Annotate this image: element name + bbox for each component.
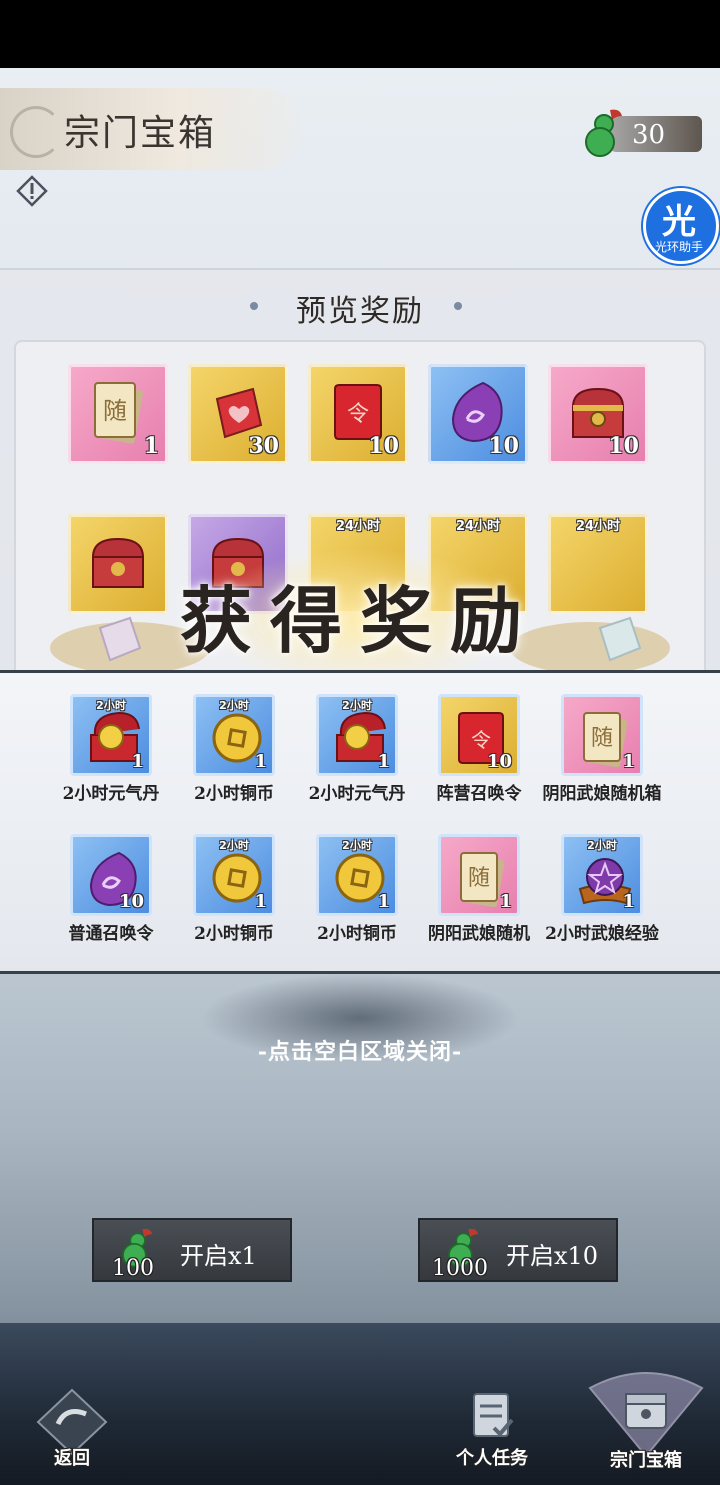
reward-icon-frame: 随1 [438,834,520,916]
duration-tag: 24小时 [575,519,621,534]
duration-tag: 2小时 [587,839,617,852]
svg-text:随: 随 [468,866,490,891]
nav-sect-chest[interactable]: 宗门宝箱 [586,1368,706,1472]
duration-tag: 24小时 [335,519,381,534]
duration-tag: 2小时 [219,699,249,712]
warning-icon[interactable] [16,175,48,207]
item-count: 1 [254,751,267,772]
duration-tag: 24小时 [455,519,501,534]
open-x1-button[interactable]: 100 开启x1 [92,1218,292,1282]
nav-label: 宗门宝箱 [610,1450,682,1471]
item-count: 10 [486,751,512,772]
svg-text:令: 令 [471,728,491,752]
reward-icon-frame: 随1 [561,694,643,776]
item-count: 10 [488,433,519,459]
reward-name: 阴阳武娘随机 [428,924,530,944]
status-bar [0,0,720,68]
helper-glyph: 光 [662,202,696,242]
task-scroll-icon [473,1393,514,1437]
button-label: 开启x10 [506,1242,599,1270]
item-count: 10 [118,891,144,912]
button-label: 开启x1 [180,1242,257,1270]
back-button[interactable]: 返回 [30,1386,114,1470]
reward-icon-frame: 令 10 [438,694,520,776]
currency-counter: 30 [580,106,704,158]
reward-name: 2小时武娘经验 [545,924,659,944]
reward-icon-frame: 2小时 1 [561,834,643,916]
item-count: 1 [622,891,635,912]
preview-item[interactable]: 10 [548,364,648,464]
reward-icon-frame: 2小时 1 [193,694,275,776]
item-count: 1 [499,891,512,912]
game-screen: 宗门宝箱 30 光 光环助手 预览奖励 随 1 30 令 10 10 10 24… [0,68,720,1485]
item-count: 1 [622,751,635,772]
svg-text:令: 令 [347,402,369,427]
helper-button[interactable]: 光 光环助手 [641,188,719,264]
reward-icon-frame: 10 [70,834,152,916]
item-count: 30 [248,433,279,459]
preview-item[interactable]: 30 [188,364,288,464]
svg-text:随: 随 [103,397,127,425]
nav-label: 返回 [54,1448,90,1469]
random-card-icon: 随 [94,382,143,444]
reward-icon-frame: 2小时 1 [316,834,398,916]
close-hint[interactable]: -点击空白区域关闭- [0,1034,720,1066]
reward-banner: 获得奖励 [0,548,720,688]
jade-gourd-icon [585,109,622,157]
reward-icon-frame: 2小时 1 [70,694,152,776]
item-count: 1 [377,891,390,912]
duration-tag: 2小时 [342,839,372,852]
reward-title: 获得奖励 [179,578,540,663]
open-x10-button[interactable]: 1000 开启x10 [418,1218,618,1282]
nav-personal-tasks[interactable]: 个人任务 [446,1386,538,1470]
item-count: 1 [254,891,267,912]
item-count: 1 [131,751,144,772]
duration-tag: 2小时 [219,839,249,852]
reward-name: 阴阳武娘随机箱 [542,784,662,804]
nav-label: 个人任务 [456,1448,528,1469]
duration-tag: 2小时 [96,699,126,712]
reward-icon-frame: 2小时 1 [316,694,398,776]
fan-highlight-icon [588,1372,704,1458]
preview-title: 预览奖励 [296,294,424,329]
cloud-swirl-icon [10,106,62,158]
duration-tag: 2小时 [342,699,372,712]
item-count: 10 [608,433,639,459]
cost-amount: 1000 [432,1256,488,1281]
page-title: 宗门宝箱 [64,113,217,154]
preview-item[interactable]: 令 10 [308,364,408,464]
preview-item[interactable]: 10 [428,364,528,464]
reward-icon-frame: 2小时 1 [193,834,275,916]
item-count: 1 [143,433,159,459]
svg-text:随: 随 [591,726,613,751]
helper-label: 光环助手 [654,240,703,254]
reward-name: 阵营召唤令 [436,784,522,804]
item-count: 10 [368,433,399,459]
item-count: 1 [377,751,390,772]
preview-item[interactable]: 随 1 [68,364,168,464]
cost-amount: 100 [112,1256,154,1281]
currency-amount: 30 [632,120,666,150]
